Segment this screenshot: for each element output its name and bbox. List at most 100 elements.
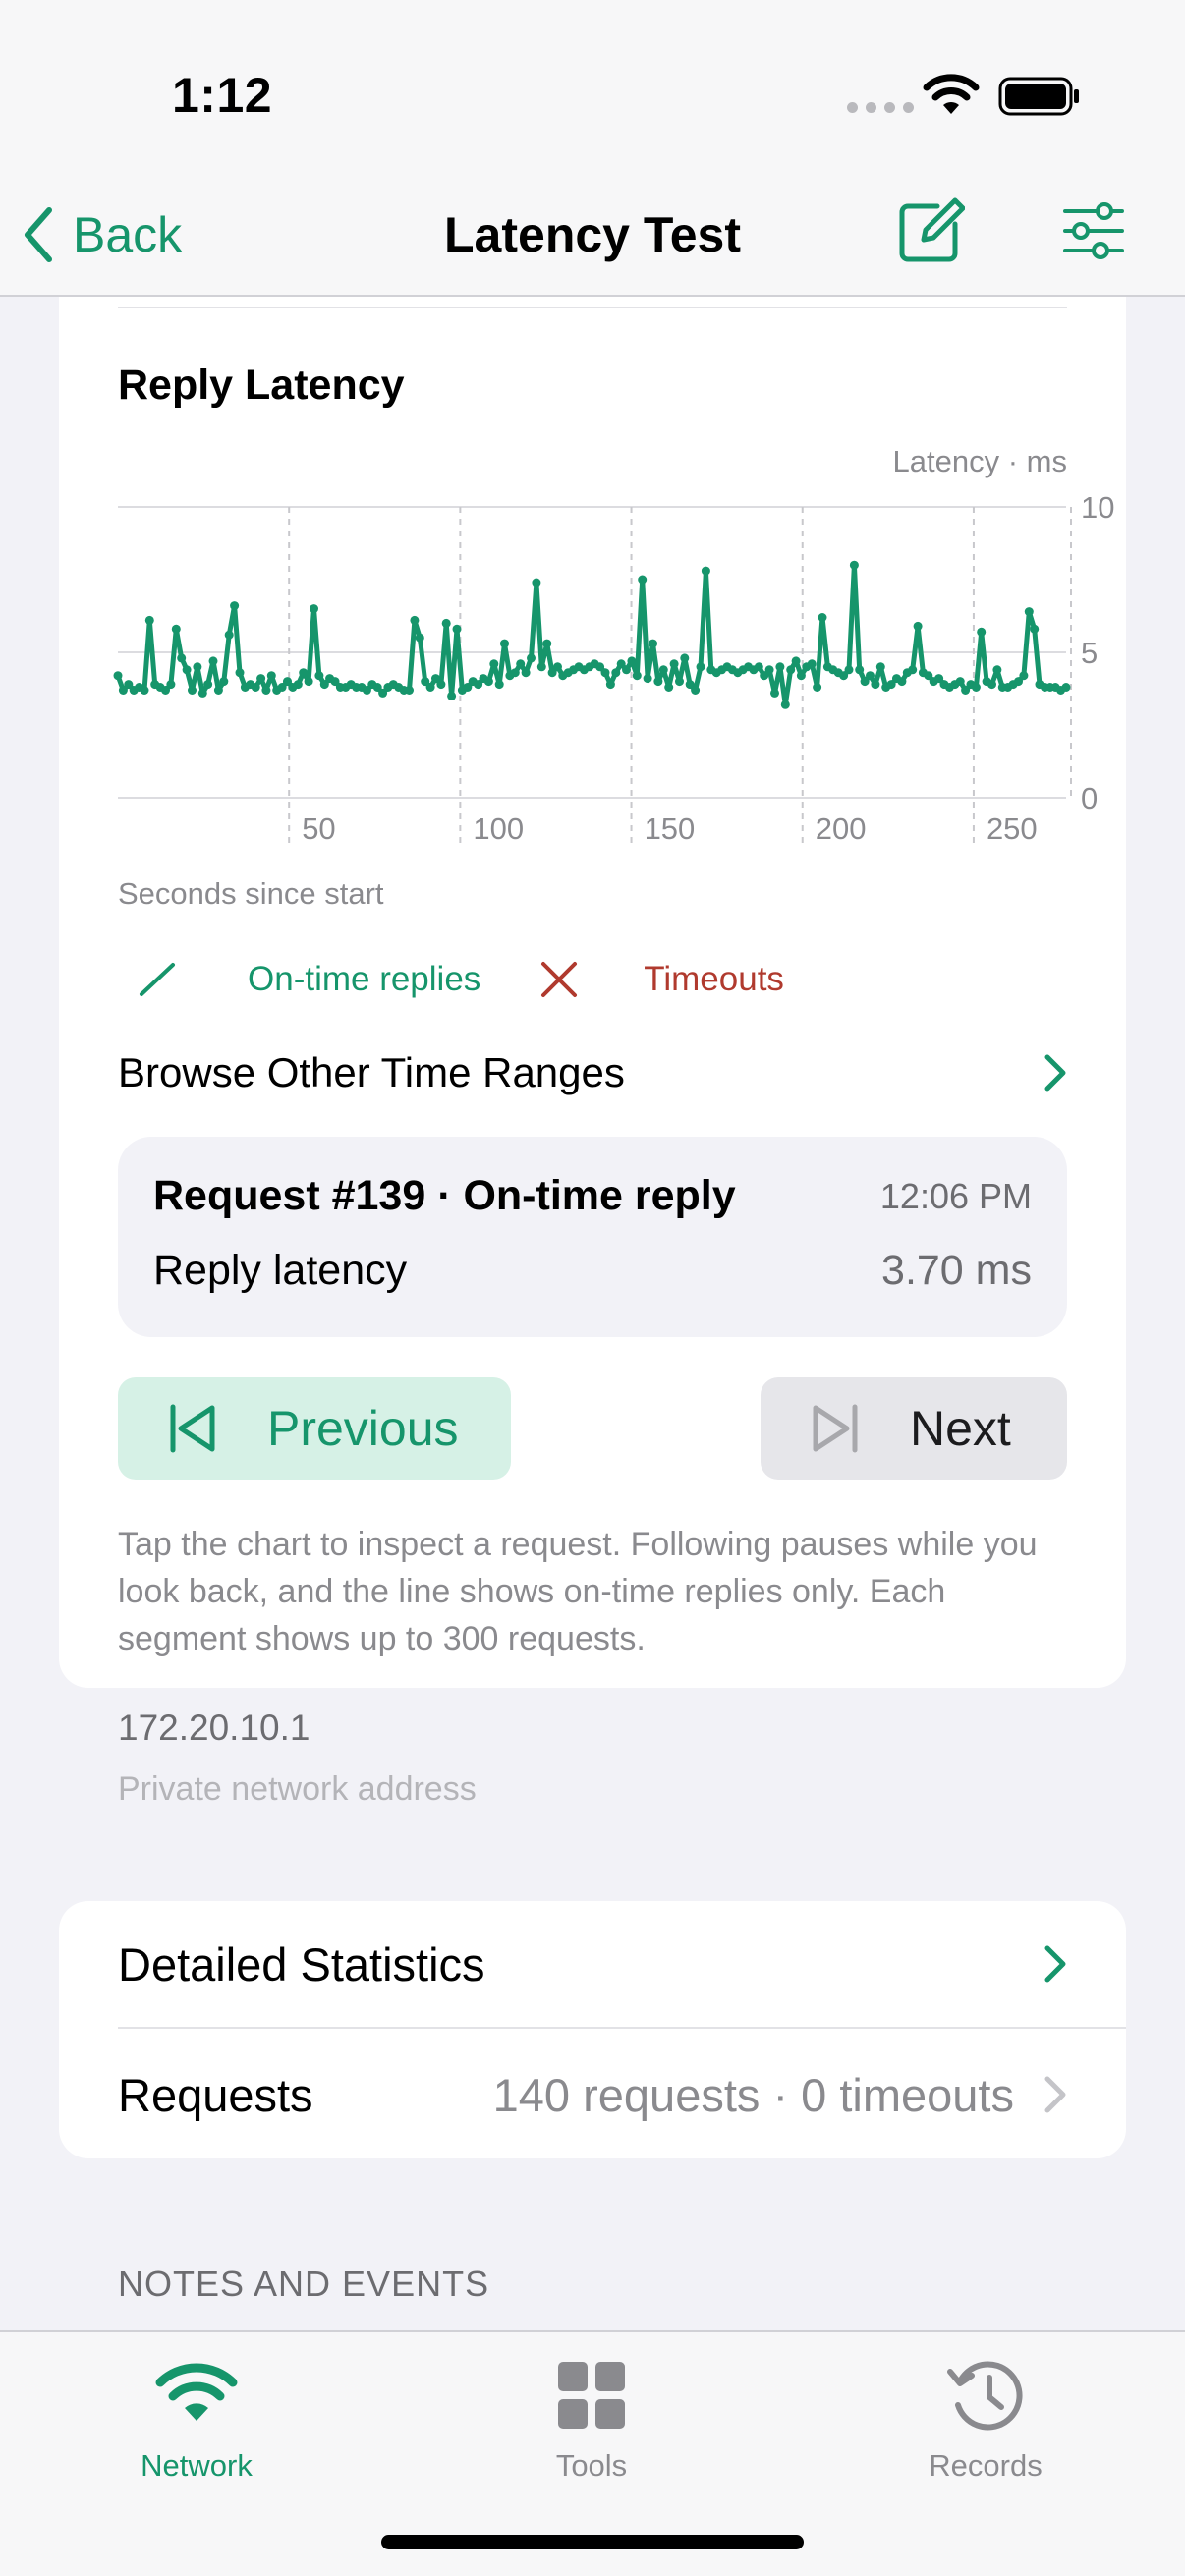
data-point [796, 671, 806, 681]
data-point [113, 671, 123, 681]
data-point [177, 653, 187, 663]
y-tick-label: 5 [1081, 636, 1098, 670]
data-point [849, 560, 859, 570]
data-point [764, 665, 774, 675]
next-button[interactable]: Next [761, 1377, 1067, 1480]
back-button[interactable]: Back [22, 200, 182, 269]
requests-label: Requests [118, 2068, 313, 2121]
detailed-statistics-row[interactable]: Detailed Statistics [118, 1901, 1126, 2029]
status-time: 1:12 [172, 68, 273, 123]
skip-forward-icon [813, 1404, 858, 1453]
data-point [605, 680, 615, 690]
data-point [658, 665, 668, 675]
legend-item-ontime: On-time replies [118, 955, 480, 1004]
data-point [855, 665, 865, 675]
data-point [775, 662, 785, 672]
data-point [224, 630, 234, 640]
data-point [971, 683, 981, 692]
data-point [203, 680, 213, 690]
x-tick-label: 250 [987, 812, 1038, 846]
data-point [527, 653, 536, 663]
data-point [844, 665, 854, 675]
data-point [680, 653, 690, 663]
data-point [866, 671, 875, 681]
data-point [813, 683, 822, 692]
x-tick-label: 50 [302, 812, 335, 846]
tab-network[interactable]: Network [79, 2356, 314, 2484]
status-bar: 1:12 [0, 0, 1185, 177]
data-point [818, 613, 827, 622]
data-point [261, 686, 271, 695]
skip-back-icon [170, 1404, 215, 1453]
line-swatch-icon [140, 963, 175, 996]
chart-legend: On-time replies Timeouts [118, 945, 784, 1014]
requests-value: 140 requests · 0 timeouts [492, 2068, 1014, 2121]
data-point [410, 615, 420, 625]
legend-label-timeout: Timeouts [644, 960, 784, 998]
chevron-right-icon [1044, 1054, 1066, 1092]
tab-records[interactable]: Records [868, 2356, 1103, 2484]
data-point [791, 656, 801, 666]
data-point [913, 621, 923, 631]
compose-icon[interactable] [894, 196, 965, 267]
legend-label-ontime: On-time replies [248, 960, 481, 998]
data-point [553, 662, 562, 672]
data-point [425, 683, 435, 692]
data-point [871, 680, 880, 690]
data-point [780, 700, 790, 709]
tab-tools[interactable]: Tools [474, 2356, 709, 2484]
notes-section-header: NOTES AND EVENTS [118, 2264, 490, 2304]
previous-label: Previous [267, 1401, 459, 1456]
reply-latency-label: Reply latency [153, 1247, 408, 1294]
data-point [622, 665, 631, 675]
x-mark-icon [541, 962, 578, 997]
data-point [611, 668, 621, 678]
data-point [299, 668, 309, 678]
data-point [691, 686, 701, 695]
chart-x-axis-label: Seconds since start [118, 876, 384, 911]
navigation-bar: Back Latency Test [0, 177, 1185, 297]
data-point [447, 691, 457, 700]
previous-button[interactable]: Previous [118, 1377, 511, 1480]
data-point [627, 656, 637, 666]
data-point [664, 683, 674, 692]
data-point [452, 624, 462, 634]
data-point [213, 686, 223, 695]
y-tick-label: 0 [1081, 781, 1098, 815]
data-point [1019, 671, 1029, 681]
data-point [542, 639, 552, 648]
data-point [770, 688, 779, 698]
battery-icon [998, 77, 1079, 116]
back-label: Back [73, 207, 183, 262]
data-point [516, 659, 526, 669]
filter-sliders-icon[interactable] [1061, 198, 1126, 263]
request-title: Request #139 · On-time reply [153, 1172, 736, 1219]
data-point [638, 575, 648, 585]
y-tick-label: 10 [1081, 490, 1114, 525]
detailed-statistics-label: Detailed Statistics [118, 1937, 485, 1990]
data-point [675, 677, 684, 687]
data-point [977, 627, 987, 637]
data-point [521, 668, 531, 678]
ip-address-subtitle: Private network address [118, 1770, 477, 1808]
data-point [1024, 607, 1034, 617]
chart-hint-text: Tap the chart to inspect a request. Foll… [118, 1526, 1038, 1657]
browse-time-ranges-row[interactable]: Browse Other Time Ranges [118, 1034, 1067, 1112]
data-point [188, 686, 197, 695]
data-point [251, 683, 260, 692]
selected-request-box: Request #139 · On-time reply 12:06 PM Re… [118, 1137, 1067, 1337]
data-point [1061, 683, 1071, 692]
wifi-icon [155, 2363, 238, 2421]
next-label: Next [910, 1401, 1011, 1456]
legend-item-timeout: Timeouts [537, 958, 784, 1001]
data-point [701, 566, 710, 576]
data-point [754, 662, 763, 672]
cellular-signal-icon [847, 102, 914, 113]
requests-row[interactable]: Requests 140 requests · 0 timeouts [118, 2031, 1126, 2158]
data-point [230, 601, 240, 611]
data-point [483, 677, 493, 687]
data-point [441, 618, 451, 628]
data-point [144, 615, 154, 625]
data-point [182, 665, 192, 675]
latency-chart[interactable]: 0 5 10 50 100 150 200 250 [59, 297, 1126, 876]
